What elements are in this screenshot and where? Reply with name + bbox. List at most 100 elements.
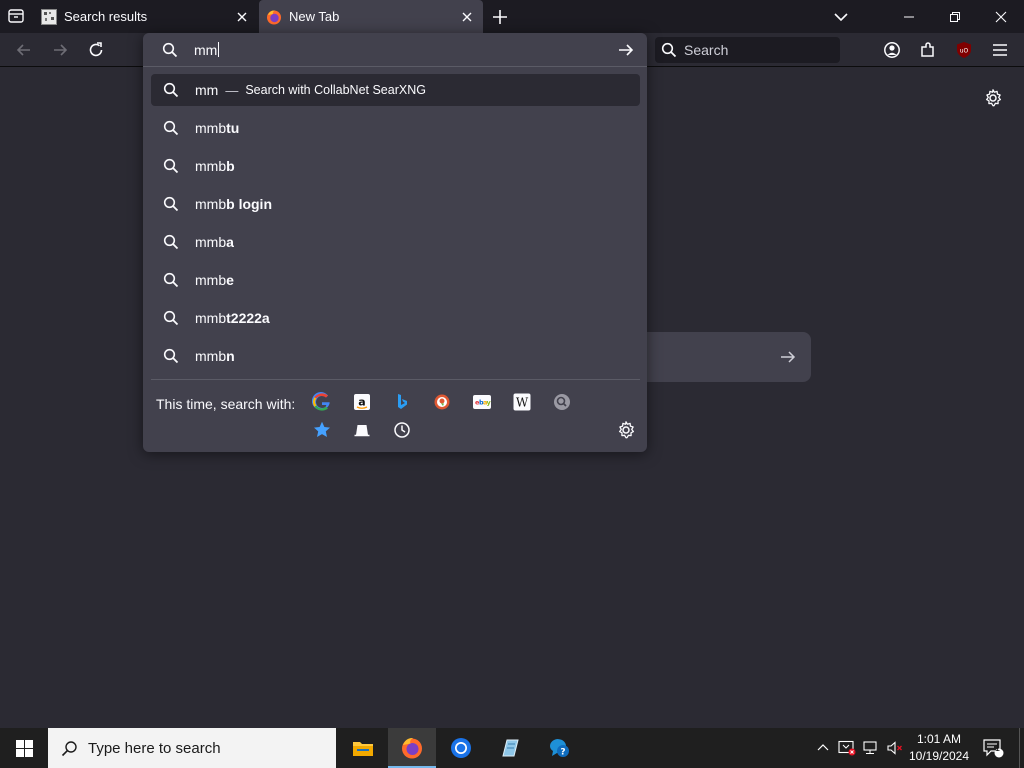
search-icon (61, 740, 77, 756)
search-suggestion[interactable]: mmbb login (151, 188, 640, 220)
suggestion-prefix: mmb (195, 158, 227, 174)
search-suggestion[interactable]: mmbn (151, 340, 640, 372)
google-icon (312, 392, 330, 411)
taskbar-file-explorer[interactable] (339, 728, 387, 768)
suggestion-text: mmbtu (195, 120, 239, 136)
close-window-button[interactable] (978, 0, 1024, 33)
engine-amazon[interactable]: a (352, 392, 372, 412)
search-bookmarks-button[interactable] (312, 420, 332, 440)
tab-title: Search results (64, 9, 148, 24)
taskbar-chrome[interactable] (437, 728, 485, 768)
tab-search-results[interactable]: Search results (34, 0, 258, 33)
suggestion-text: mmbb (195, 158, 235, 174)
search-icon (163, 196, 179, 212)
forward-button[interactable] (50, 40, 70, 60)
svg-text:?: ? (560, 748, 565, 758)
account-button[interactable] (882, 40, 902, 60)
windows-logo-icon (15, 739, 33, 757)
engine-ebay[interactable]: e b a y (472, 392, 492, 412)
go-arrow-icon[interactable] (617, 41, 635, 59)
chevron-down-icon (834, 12, 848, 21)
reload-button[interactable] (86, 40, 106, 60)
gear-icon (985, 89, 1002, 107)
suggestion-text: mmbt2222a (195, 310, 270, 326)
search-history-button[interactable] (392, 420, 412, 440)
typed-query: mm (194, 42, 218, 58)
new-tab-search-box[interactable] (640, 332, 811, 382)
wikipedia-icon: W (513, 393, 531, 411)
search-suggestion[interactable]: mmbt2222a (151, 302, 640, 334)
svg-text:W: W (516, 396, 529, 410)
close-tab-icon[interactable] (234, 9, 250, 25)
engine-google[interactable] (312, 392, 332, 412)
ebay-icon: e b a y (473, 395, 492, 409)
suggestion-completion: e (226, 272, 234, 288)
bookmarks-star-icon (314, 421, 330, 437)
tab-new-tab[interactable]: New Tab (259, 0, 483, 33)
minimize-button[interactable] (886, 0, 932, 33)
svg-text:a: a (358, 396, 365, 409)
ublock-origin-icon: uO (957, 42, 971, 58)
suggestion-completion: b (226, 158, 235, 174)
svg-text:uO: uO (960, 48, 969, 55)
ublock-origin-button[interactable]: uO (954, 40, 974, 60)
restore-button[interactable] (932, 0, 978, 33)
suggestion-completion: t2222a (226, 310, 270, 326)
restore-icon (950, 11, 960, 22)
suggestion-prefix: mmb (195, 310, 227, 326)
duckduckgo-icon (434, 394, 450, 410)
search-tabs-button[interactable] (352, 420, 372, 440)
search-settings-button[interactable] (616, 420, 636, 440)
address-bar-text[interactable]: mm (194, 42, 220, 58)
suggestion-text: mmbe (195, 272, 234, 288)
suggestion-completion: n (226, 348, 235, 364)
close-tab-icon[interactable] (459, 9, 475, 25)
engine-bing[interactable] (392, 392, 412, 412)
heuristic-search-result[interactable]: mm — Search with CollabNet SearXNG (151, 74, 640, 106)
tray-security-status[interactable] (836, 728, 858, 768)
search-icon (163, 234, 179, 250)
speaker-muted-icon (887, 741, 902, 755)
engine-duckduckgo[interactable] (432, 392, 452, 412)
tray-volume[interactable] (884, 728, 906, 768)
taskbar-notes-app[interactable] (486, 728, 534, 768)
personalize-new-tab-button[interactable] (983, 88, 1003, 108)
taskbar-firefox[interactable] (388, 728, 436, 768)
arrow-right-icon (781, 351, 796, 363)
tab-title: New Tab (289, 9, 340, 24)
search-suggestion[interactable]: mmbb (151, 150, 640, 182)
new-tab-button[interactable] (490, 7, 510, 27)
taskbar-clock[interactable]: 1:01 AM 10/19/2024 (906, 731, 972, 765)
app-menu-button[interactable] (990, 40, 1010, 60)
suggestion-completion: b login (226, 196, 273, 212)
hamburger-menu-icon (993, 44, 1007, 56)
extensions-button[interactable] (918, 40, 938, 60)
toolbar-search-field[interactable]: Search (655, 37, 840, 63)
taskbar-help-app[interactable]: ? (535, 728, 583, 768)
show-desktop-button[interactable] (1019, 728, 1024, 768)
start-button[interactable] (0, 728, 48, 768)
chrome-icon (451, 738, 471, 758)
one-off-label: This time, search with: (156, 396, 296, 412)
search-suggestion[interactable]: mmba (151, 226, 640, 258)
notepad-icon (502, 739, 519, 757)
list-all-tabs-button[interactable] (818, 0, 864, 33)
search-suggestion[interactable]: mmbe (151, 264, 640, 296)
clock-date: 10/19/2024 (908, 749, 970, 763)
clock-time: 1:01 AM (916, 732, 962, 746)
suggestion-prefix: mmb (195, 348, 227, 364)
tab-strip: Search results New Tab (0, 0, 1024, 33)
address-bar-input[interactable]: mm (143, 33, 647, 67)
show-hidden-icons-button[interactable] (814, 728, 832, 768)
engine-searxng[interactable] (552, 392, 572, 412)
firefox-view-icon (8, 9, 24, 23)
close-icon (995, 11, 1007, 22)
engine-wikipedia[interactable]: W (512, 392, 532, 412)
taskbar-search-box[interactable]: Type here to search (48, 728, 336, 768)
firefox-view-button[interactable] (6, 6, 26, 26)
tray-network[interactable] (860, 728, 882, 768)
search-suggestion[interactable]: mmbtu (151, 112, 640, 144)
back-button[interactable] (14, 40, 34, 60)
reload-icon (89, 42, 103, 57)
arrow-right-icon (54, 44, 68, 56)
